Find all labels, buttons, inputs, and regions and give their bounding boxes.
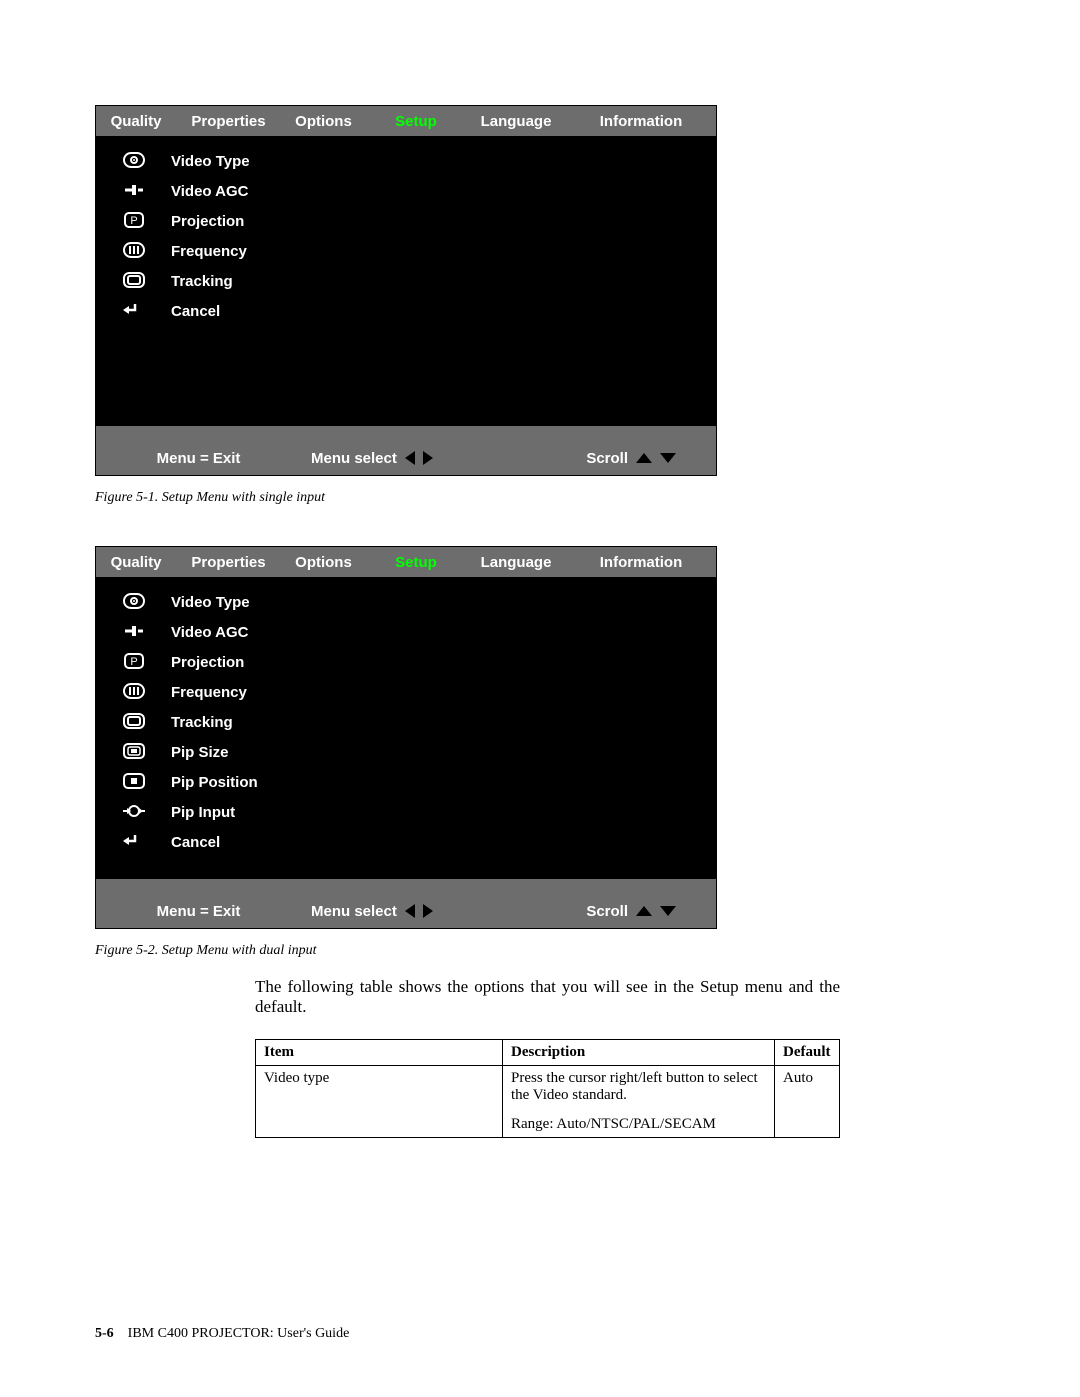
return-icon (96, 833, 171, 851)
tab-language[interactable]: Language (466, 106, 566, 136)
cell-description: Press the cursor right/left button to se… (503, 1066, 775, 1138)
page-number: 5-6 (95, 1326, 114, 1341)
osd-menu-figure-1: Quality Properties Options Setup Languag… (95, 105, 717, 476)
pip-input-icon (96, 803, 171, 821)
page-footer: 5-6 IBM C400 PROJECTOR: User's Guide (95, 1326, 349, 1342)
tab-setup[interactable]: Setup (366, 106, 466, 136)
menu-label: Frequency (171, 684, 247, 701)
menu-label: Tracking (171, 273, 233, 290)
menu-item-video-agc[interactable]: Video AGC (96, 617, 716, 647)
menu-label: Video Type (171, 594, 250, 611)
tab-quality[interactable]: Quality (96, 106, 176, 136)
menu-label: Tracking (171, 714, 233, 731)
menu-item-cancel[interactable]: Cancel (96, 296, 716, 326)
osd-body: Video Type Video AGC Projection Frequenc… (96, 136, 716, 426)
osd-tab-bar: Quality Properties Options Setup Languag… (96, 547, 716, 577)
options-table: Item Description Default Video type Pres… (255, 1039, 840, 1138)
projection-icon (96, 212, 171, 230)
triangle-up-icon (636, 453, 652, 463)
figure-1-caption: Figure 5-1. Setup Menu with single input (95, 490, 985, 506)
menu-item-frequency[interactable]: Frequency (96, 677, 716, 707)
menu-item-video-type[interactable]: Video Type (96, 146, 716, 176)
tracking-icon (96, 713, 171, 731)
menu-label: Pip Position (171, 774, 258, 791)
tab-properties[interactable]: Properties (176, 106, 281, 136)
menu-label: Projection (171, 654, 244, 671)
menu-item-tracking[interactable]: Tracking (96, 707, 716, 737)
frequency-icon (96, 683, 171, 701)
menu-item-frequency[interactable]: Frequency (96, 236, 716, 266)
footer-title: IBM C400 PROJECTOR: User's Guide (128, 1326, 350, 1341)
footer-menu-select: Menu select (301, 903, 433, 920)
video-type-icon (96, 152, 171, 170)
osd-footer: Menu = Exit Menu select Scroll (96, 894, 716, 928)
video-agc-icon (96, 182, 171, 200)
menu-item-pip-position[interactable]: Pip Position (96, 767, 716, 797)
triangle-down-icon (660, 906, 676, 916)
manual-page: Quality Properties Options Setup Languag… (0, 0, 1080, 1198)
tab-language[interactable]: Language (466, 547, 566, 577)
tab-quality[interactable]: Quality (96, 547, 176, 577)
menu-item-video-type[interactable]: Video Type (96, 587, 716, 617)
menu-item-tracking[interactable]: Tracking (96, 266, 716, 296)
footer-scroll: Scroll (586, 450, 716, 467)
th-item: Item (256, 1040, 503, 1066)
menu-item-video-agc[interactable]: Video AGC (96, 176, 716, 206)
pip-size-icon (96, 743, 171, 761)
tab-information[interactable]: Information (566, 106, 716, 136)
projection-icon (96, 653, 171, 671)
menu-item-projection[interactable]: Projection (96, 206, 716, 236)
triangle-left-icon (405, 451, 415, 465)
footer-menu-select: Menu select (301, 450, 433, 467)
menu-item-cancel[interactable]: Cancel (96, 827, 716, 857)
menu-item-projection[interactable]: Projection (96, 647, 716, 677)
tab-information[interactable]: Information (566, 547, 716, 577)
menu-label: Projection (171, 213, 244, 230)
body-paragraph: The following table shows the options th… (255, 977, 840, 1017)
tab-options[interactable]: Options (281, 547, 366, 577)
menu-label: Frequency (171, 243, 247, 260)
menu-label: Pip Size (171, 744, 229, 761)
menu-label: Video AGC (171, 624, 249, 641)
osd-body: Video Type Video AGC Projection Frequenc… (96, 577, 716, 879)
figure-2-caption: Figure 5-2. Setup Menu with dual input (95, 943, 985, 959)
video-agc-icon (96, 623, 171, 641)
cell-default: Auto (775, 1066, 840, 1138)
tab-setup[interactable]: Setup (366, 547, 466, 577)
tab-options[interactable]: Options (281, 106, 366, 136)
triangle-left-icon (405, 904, 415, 918)
osd-footer: Menu = Exit Menu select Scroll (96, 441, 716, 475)
cell-item: Video type (256, 1066, 503, 1138)
footer-menu-exit: Menu = Exit (96, 450, 301, 467)
triangle-right-icon (423, 451, 433, 465)
footer-menu-exit: Menu = Exit (96, 903, 301, 920)
menu-label: Video AGC (171, 183, 249, 200)
menu-label: Cancel (171, 834, 220, 851)
triangle-down-icon (660, 453, 676, 463)
menu-item-pip-input[interactable]: Pip Input (96, 797, 716, 827)
triangle-up-icon (636, 906, 652, 916)
osd-tab-bar: Quality Properties Options Setup Languag… (96, 106, 716, 136)
th-description: Description (503, 1040, 775, 1066)
tab-properties[interactable]: Properties (176, 547, 281, 577)
osd-menu-figure-2: Quality Properties Options Setup Languag… (95, 546, 717, 929)
return-icon (96, 302, 171, 320)
tracking-icon (96, 272, 171, 290)
menu-label: Video Type (171, 153, 250, 170)
pip-position-icon (96, 773, 171, 791)
menu-label: Pip Input (171, 804, 235, 821)
video-type-icon (96, 593, 171, 611)
menu-label: Cancel (171, 303, 220, 320)
table-row: Video type Press the cursor right/left b… (256, 1066, 840, 1138)
frequency-icon (96, 242, 171, 260)
footer-scroll: Scroll (586, 903, 716, 920)
th-default: Default (775, 1040, 840, 1066)
menu-item-pip-size[interactable]: Pip Size (96, 737, 716, 767)
triangle-right-icon (423, 904, 433, 918)
